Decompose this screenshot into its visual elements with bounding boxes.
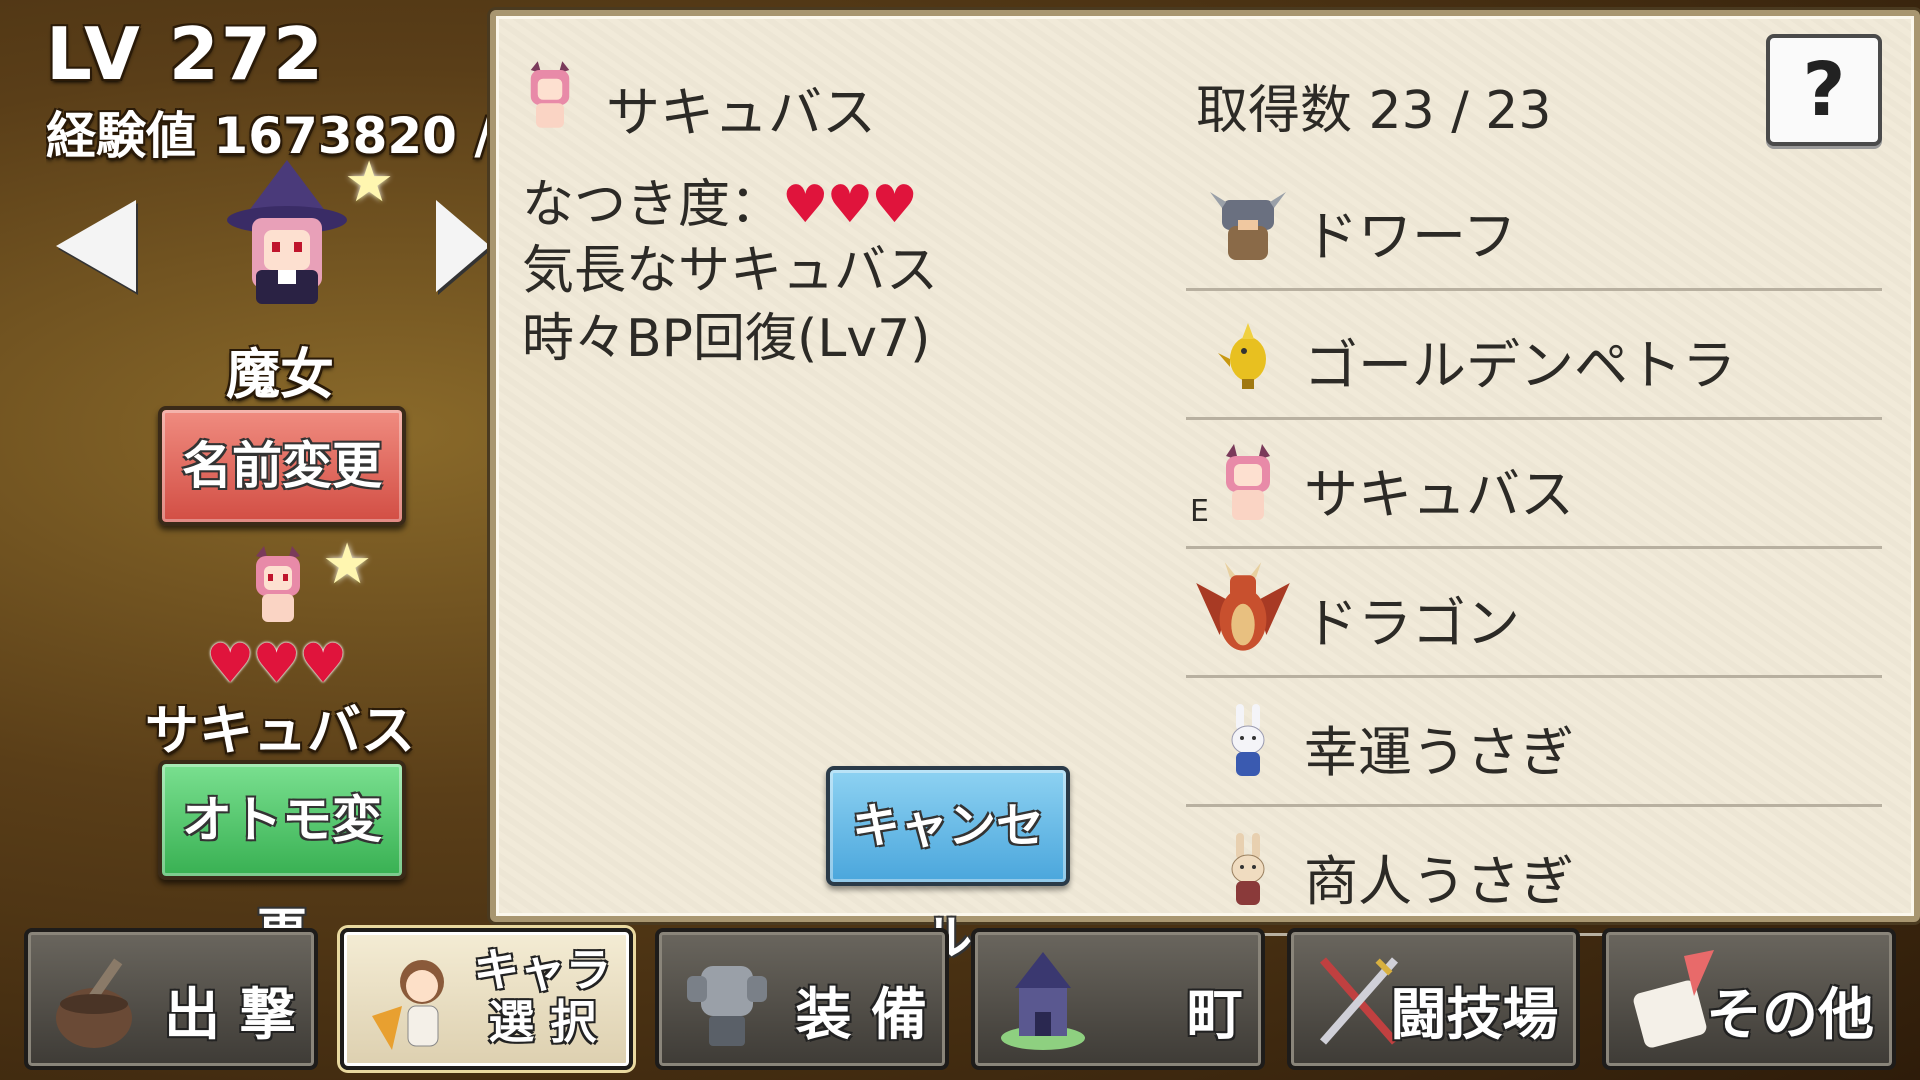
lucky-rabbit-icon — [1231, 704, 1265, 776]
pet-name: ドワーフ — [1304, 205, 1517, 268]
character-icon — [371, 960, 444, 1050]
golden-bird-icon — [1218, 323, 1266, 389]
pet-list-item-dwarf[interactable]: ドワーフ — [1186, 162, 1882, 291]
nav-arena-label: 闘技場 — [1390, 983, 1559, 1048]
pet-list-item-merchant-rabbit[interactable]: 商人うさぎ — [1186, 807, 1882, 936]
player-level: LV 272 — [46, 12, 326, 96]
affection-line: なつき度：♥♥♥ — [522, 162, 918, 237]
succubus-icon — [530, 61, 570, 128]
nav-other-label: その他 — [1706, 983, 1875, 1048]
job-name: 魔女 — [226, 343, 334, 406]
nav-sortie-button[interactable]: 出 撃 — [24, 928, 318, 1070]
pet-name: ドラゴン — [1304, 592, 1520, 655]
nav-town-button[interactable]: 町 — [971, 928, 1265, 1070]
pet-selection-panel: サキュバス なつき度：♥♥♥ 気長なサキュバス 時々BP回復(Lv7) 取得数 … — [490, 10, 1920, 966]
nav-equipment-button[interactable]: 装 備 — [655, 928, 950, 1070]
partner-succubus-sprite — [256, 546, 300, 622]
equipped-mark: E — [1190, 494, 1209, 529]
succubus-icon — [1226, 444, 1270, 520]
pet-name: サキュバス — [1304, 463, 1574, 526]
next-character-arrow-icon[interactable] — [436, 200, 490, 292]
pet-list-item-golden-petra[interactable]: ゴールデンペトラ — [1186, 291, 1882, 420]
collection-count: 取得数 23 / 23 — [1196, 81, 1552, 141]
partner-star-icon: ★ — [322, 532, 373, 597]
cancel-button[interactable]: キャンセル — [826, 766, 1070, 966]
prev-character-arrow-icon[interactable] — [56, 200, 136, 292]
pet-list-item-succubus[interactable]: E サキュバス — [1186, 420, 1882, 549]
pet-skill: 時々BP回復(Lv7) — [522, 309, 931, 369]
bottom-nav: 出 撃 キャラ 選 択 装 備 町 闘技場 その他 — [24, 928, 1897, 1070]
nav-character-select-button[interactable]: キャラ 選 択 — [339, 928, 634, 1070]
nav-character-select-label: キャラ 選 択 — [473, 944, 611, 1048]
pot-icon — [56, 958, 132, 1048]
merchant-rabbit-icon — [1231, 833, 1265, 905]
nav-other-button[interactable]: その他 — [1602, 928, 1897, 1070]
affection-hearts: ♥♥♥ — [782, 175, 918, 235]
pet-list: ドワーフ ゴールデンペトラ E サキュバス ドラゴン 幸運うさぎ 商人うさぎ — [1186, 162, 1882, 936]
nav-character-select-label-line1: キャラ — [473, 943, 612, 997]
castle-icon — [1001, 952, 1086, 1050]
armor-icon — [687, 966, 768, 1046]
dwarf-icon — [1210, 192, 1286, 260]
pet-name: ゴールデンペトラ — [1304, 334, 1736, 397]
pet-name: 幸運うさぎ — [1304, 721, 1574, 784]
pet-list-item-dragon[interactable]: ドラゴン — [1186, 549, 1882, 678]
nav-sortie-label: 出 撃 — [164, 983, 296, 1048]
nav-equipment-label: 装 備 — [795, 983, 928, 1048]
help-button[interactable]: ? — [1766, 34, 1882, 146]
rename-button[interactable]: 名前変更 — [158, 406, 406, 526]
pet-description: 気長なサキュバス — [522, 241, 939, 301]
nav-town-label: 町 — [1186, 983, 1243, 1048]
nav-character-select-label-line2: 選 択 — [488, 995, 597, 1049]
witch-character-sprite — [227, 160, 347, 304]
nav-arena-button[interactable]: 闘技場 — [1286, 928, 1581, 1070]
selected-pet-name: サキュバス — [606, 81, 876, 144]
player-exp: 経験値 1673820 / — [46, 107, 490, 165]
pet-name: 商人うさぎ — [1304, 850, 1574, 913]
partner-name: サキュバス — [145, 699, 415, 762]
affection-label: なつき度： — [522, 175, 783, 235]
change-partner-button[interactable]: オトモ変更 — [158, 760, 406, 961]
pet-list-item-lucky-rabbit[interactable]: 幸運うさぎ — [1186, 678, 1882, 807]
dragon-icon — [1196, 562, 1290, 651]
character-panel: LV 272 経験値 1673820 / ★ 魔女 名前変更 ★ ♥♥♥ サキュ… — [0, 0, 490, 961]
